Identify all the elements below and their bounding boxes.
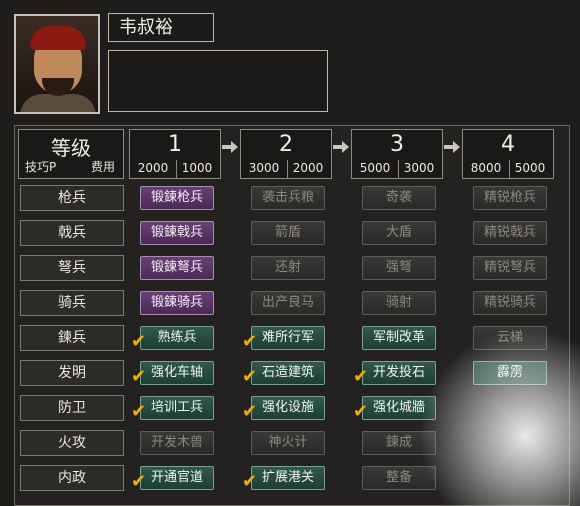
tech-button[interactable]: 精锐枪兵: [473, 186, 547, 210]
tech-button[interactable]: 强化车轴: [140, 361, 214, 385]
skill-cost-value: 3000: [248, 161, 280, 175]
arrow-right-icon: [333, 141, 349, 153]
gold-cost-value: 1000: [181, 161, 213, 175]
level-column-2: 2 3000 2000: [240, 129, 332, 179]
tech-button[interactable]: 熟练兵: [140, 326, 214, 350]
tech-button[interactable]: 锻鍊枪兵: [140, 186, 214, 210]
row-label: 火攻: [20, 430, 124, 456]
gold-cost-value: 3000: [403, 161, 435, 175]
row-label: 鍊兵: [20, 325, 124, 351]
level-number: 1: [168, 132, 182, 157]
tech-button[interactable]: 扩展港关: [251, 466, 325, 490]
arrow-right-icon: [444, 141, 460, 153]
tech-button[interactable]: 石造建筑: [251, 361, 325, 385]
row-label: 骑兵: [20, 290, 124, 316]
tech-button[interactable]: 还射: [251, 256, 325, 280]
tech-button[interactable]: 精锐弩兵: [473, 256, 547, 280]
tech-button[interactable]: 开发木兽: [140, 431, 214, 455]
row-label: 防卫: [20, 395, 124, 421]
skill-cost-value: 5000: [359, 161, 391, 175]
tech-button[interactable]: 奇袭: [362, 186, 436, 210]
tech-button[interactable]: 袭击兵粮: [251, 186, 325, 210]
tech-button[interactable]: 锻鍊戟兵: [140, 221, 214, 245]
level-number: 2: [279, 132, 293, 157]
tech-button[interactable]: 锻鍊弩兵: [140, 256, 214, 280]
checkmark-icon: ✔: [131, 401, 147, 422]
info-panel: [108, 50, 328, 112]
skill-cost-value: 8000: [470, 161, 502, 175]
tech-button[interactable]: 开通官道: [140, 466, 214, 490]
tech-button[interactable]: 出产良马: [251, 291, 325, 315]
level-column-1: 1 2000 1000: [129, 129, 221, 179]
tech-button[interactable]: 精锐戟兵: [473, 221, 547, 245]
level-column-3: 3 5000 3000: [351, 129, 443, 179]
tech-button[interactable]: 精锐骑兵: [473, 291, 547, 315]
character-name: 韦叔裕: [108, 13, 214, 42]
checkmark-icon: ✔: [131, 331, 147, 352]
screen-glare: [400, 330, 580, 506]
row-label: 弩兵: [20, 255, 124, 281]
skill-cost-value: 2000: [137, 161, 169, 175]
arrow-right-icon: [222, 141, 238, 153]
general-portrait: [14, 14, 100, 114]
checkmark-icon: ✔: [353, 366, 369, 387]
skill-points-label: 技巧P: [25, 160, 57, 174]
cost-label: 费用: [90, 160, 115, 174]
row-label: 戟兵: [20, 220, 124, 246]
tech-button[interactable]: 强弩: [362, 256, 436, 280]
checkmark-icon: ✔: [242, 471, 258, 492]
checkmark-icon: ✔: [353, 401, 369, 422]
tech-button[interactable]: 培训工兵: [140, 396, 214, 420]
row-label: 枪兵: [20, 185, 124, 211]
gold-cost-value: 5000: [514, 161, 546, 175]
level-column-4: 4 8000 5000: [462, 129, 554, 179]
level-header: 等级 技巧P 费用: [18, 129, 124, 179]
checkmark-icon: ✔: [131, 471, 147, 492]
checkmark-icon: ✔: [242, 366, 258, 387]
tech-button[interactable]: 骑射: [362, 291, 436, 315]
level-number: 3: [390, 132, 404, 157]
level-title: 等级: [51, 136, 91, 160]
checkmark-icon: ✔: [242, 401, 258, 422]
row-label: 内政: [20, 465, 124, 491]
gold-cost-value: 2000: [292, 161, 324, 175]
tech-button[interactable]: 大盾: [362, 221, 436, 245]
level-number: 4: [501, 132, 515, 157]
tech-button[interactable]: 强化设施: [251, 396, 325, 420]
tech-button[interactable]: 神火计: [251, 431, 325, 455]
checkmark-icon: ✔: [242, 331, 258, 352]
tech-button[interactable]: 箭盾: [251, 221, 325, 245]
row-label: 发明: [20, 360, 124, 386]
tech-button[interactable]: 难所行军: [251, 326, 325, 350]
checkmark-icon: ✔: [131, 366, 147, 387]
tech-button[interactable]: 锻鍊骑兵: [140, 291, 214, 315]
